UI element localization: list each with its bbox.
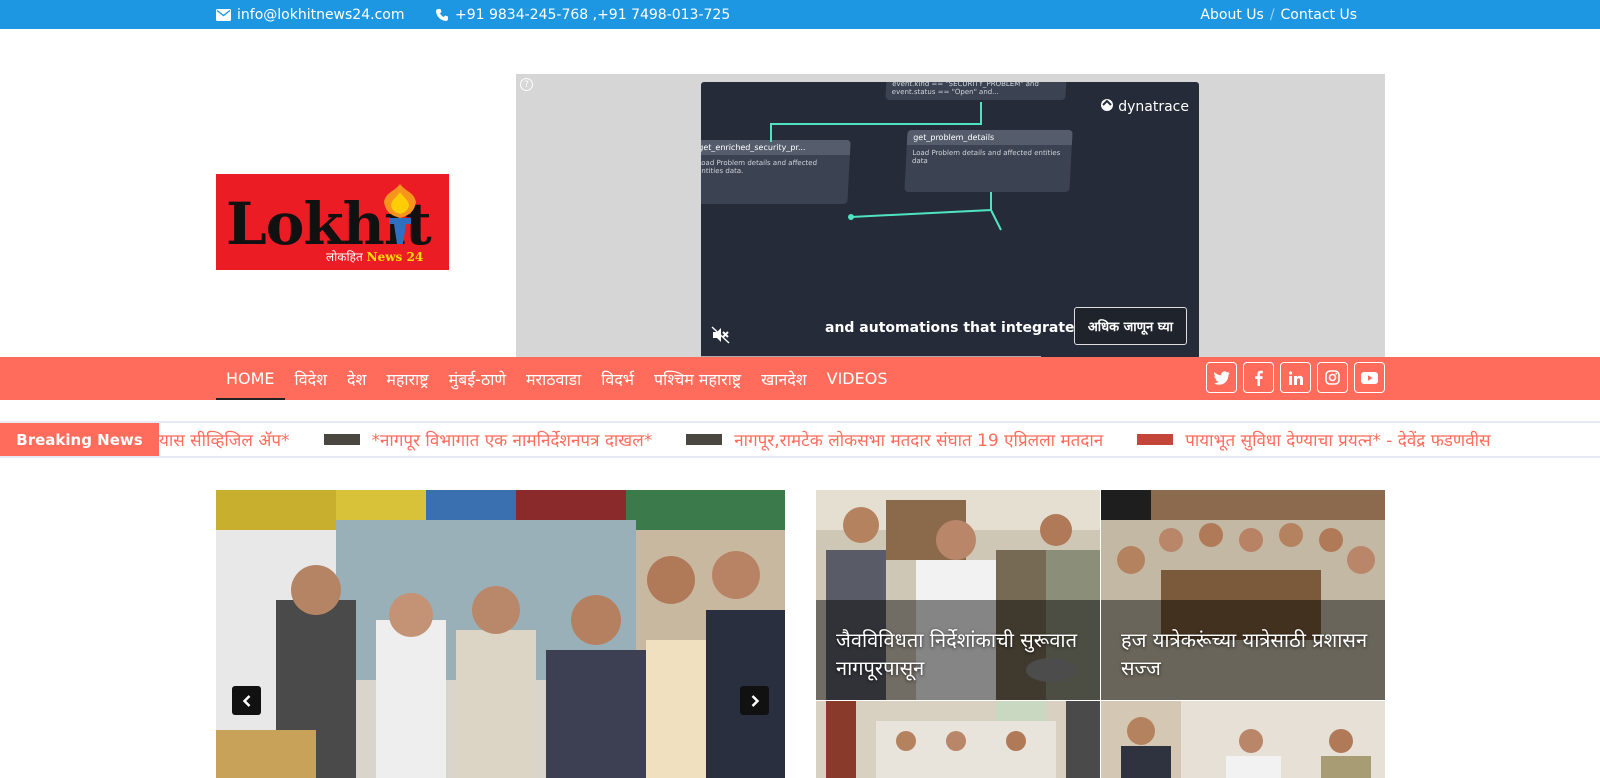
ticker-item[interactable]: यास सीव्हिजिल ॲप* xyxy=(159,428,290,451)
email-contact[interactable]: info@lokhitnews24.com xyxy=(216,0,404,29)
news-card-image xyxy=(1101,701,1385,778)
nav-item-desh[interactable]: देश xyxy=(337,357,376,400)
ticker-item-text: *नागपूर विभागात एक नामनिर्देशनपत्र दाखल* xyxy=(371,431,653,451)
envelope-icon xyxy=(216,8,231,21)
ticker-thumbnail xyxy=(323,434,360,445)
ticker-item-text: नागपूर,रामटेक लोकसभा मतदार संघात 19 एप्र… xyxy=(734,431,1104,451)
chevron-right-icon xyxy=(751,694,759,707)
main-nav: HOME विदेश देश महाराष्ट्र मुंबई-ठाणे मरा… xyxy=(0,357,1600,400)
mute-icon[interactable] xyxy=(711,326,731,348)
logo-sub-marathi: लोकहित xyxy=(326,250,363,264)
facebook-icon[interactable] xyxy=(1243,362,1274,393)
twitter-icon[interactable] xyxy=(1206,362,1237,393)
social-links xyxy=(1206,362,1385,393)
email-text: info@lokhitnews24.com xyxy=(237,6,405,23)
nav-item-khandesh[interactable]: खानदेश xyxy=(751,357,817,400)
site-logo[interactable]: Lokhit लोकहित News 24 xyxy=(216,174,449,270)
advertisement[interactable]: ? event.kind == "SECURITY_PROBLEM" and e… xyxy=(516,74,1385,369)
slider-next-button[interactable] xyxy=(740,686,769,715)
phone-icon xyxy=(435,8,449,22)
ad-caption: and automations that integrate xyxy=(825,320,1075,336)
nav-item-mumbai-thane[interactable]: मुंबई-ठाणे xyxy=(439,357,516,400)
youtube-icon[interactable] xyxy=(1354,362,1385,393)
nav-menu: HOME विदेश देश महाराष्ट्र मुंबई-ठाणे मरा… xyxy=(216,357,897,400)
ad-video[interactable]: event.kind == "SECURITY_PROBLEM" and eve… xyxy=(701,82,1199,359)
news-card[interactable]: हज यात्रेकरूंच्या यात्रेसाठी प्रशासन सज्… xyxy=(1101,490,1385,700)
link-separator: / xyxy=(1269,6,1275,23)
torch-icon xyxy=(376,182,424,252)
slider-image xyxy=(216,490,785,778)
nav-item-home[interactable]: HOME xyxy=(216,357,285,400)
dynatrace-logo-icon xyxy=(1100,98,1114,116)
instagram-icon[interactable] xyxy=(1317,362,1348,393)
slider-prev-button[interactable] xyxy=(232,686,261,715)
about-us-link[interactable]: About Us xyxy=(1200,7,1263,23)
news-card[interactable] xyxy=(816,701,1100,778)
news-grid: जैवविविधता निर्देशांकाची सुरूवात नागपूरप… xyxy=(816,490,1385,778)
ticker-item-text: यास सीव्हिजिल ॲप* xyxy=(159,431,290,451)
news-card-title: हज यात्रेकरूंच्या यात्रेसाठी प्रशासन सज्… xyxy=(1121,628,1368,680)
ad-brand: dynatrace xyxy=(1100,98,1189,116)
ticker-thumbnail xyxy=(686,434,723,445)
news-card-title: जैवविविधता निर्देशांकाची सुरूवात नागपूरप… xyxy=(836,628,1078,680)
ticker-item-text: पायाभूत सुविधा देण्याचा प्रयत्न* - देवें… xyxy=(1185,431,1491,451)
nav-item-videsh[interactable]: विदेश xyxy=(285,357,337,400)
nav-item-paschim-maharashtra[interactable]: पश्चिम महाराष्ट्र xyxy=(644,357,751,400)
nav-item-vidarbha[interactable]: विदर्भ xyxy=(591,357,644,400)
nav-item-maharashtra[interactable]: महाराष्ट्र xyxy=(376,357,438,400)
news-card[interactable]: जैवविविधता निर्देशांकाची सुरूवात नागपूरप… xyxy=(816,490,1100,700)
logo-subtitle: लोकहित News 24 xyxy=(326,248,423,265)
ticker-item[interactable]: पायाभूत सुविधा देण्याचा प्रयत्न* - देवें… xyxy=(1137,428,1491,451)
contact-us-link[interactable]: Contact Us xyxy=(1281,7,1357,23)
chevron-left-icon xyxy=(242,694,250,707)
learn-more-button[interactable]: अधिक जाणून घ्या xyxy=(1073,307,1187,345)
phone-text: +91 9834-245-768 ,+91 7498-013-725 xyxy=(455,6,731,23)
logo-sub-english: News 24 xyxy=(366,250,424,264)
news-card[interactable] xyxy=(1101,701,1385,778)
ad-brand-name: dynatrace xyxy=(1118,99,1189,115)
top-bar: info@lokhitnews24.com +91 9834-245-768 ,… xyxy=(0,0,1600,29)
nav-item-marathwada[interactable]: मराठवाडा xyxy=(516,357,591,400)
header: Lokhit लोकहित News 24 ? event.kind == "S… xyxy=(0,29,1600,369)
breaking-news-label: Breaking News xyxy=(0,423,159,456)
nav-item-videos[interactable]: VIDEOS xyxy=(817,357,898,400)
linkedin-icon[interactable] xyxy=(1280,362,1311,393)
news-card-image xyxy=(816,701,1100,778)
ticker-item[interactable]: नागपूर,रामटेक लोकसभा मतदार संघात 19 एप्र… xyxy=(686,428,1103,451)
phone-contact[interactable]: +91 9834-245-768 ,+91 7498-013-725 xyxy=(435,0,730,29)
breaking-news-bar: Breaking News यास सीव्हिजिल ॲप* *नागपूर … xyxy=(0,421,1600,458)
ticker-thumbnail xyxy=(1137,434,1174,445)
top-links: About Us / Contact Us xyxy=(1200,0,1357,29)
ticker-item[interactable]: *नागपूर विभागात एक नामनिर्देशनपत्र दाखल* xyxy=(323,428,653,451)
featured-slider[interactable] xyxy=(216,490,785,778)
ad-info-icon[interactable]: ? xyxy=(520,78,533,91)
news-ticker: यास सीव्हिजिल ॲप* *नागपूर विभागात एक नाम… xyxy=(159,423,1525,456)
